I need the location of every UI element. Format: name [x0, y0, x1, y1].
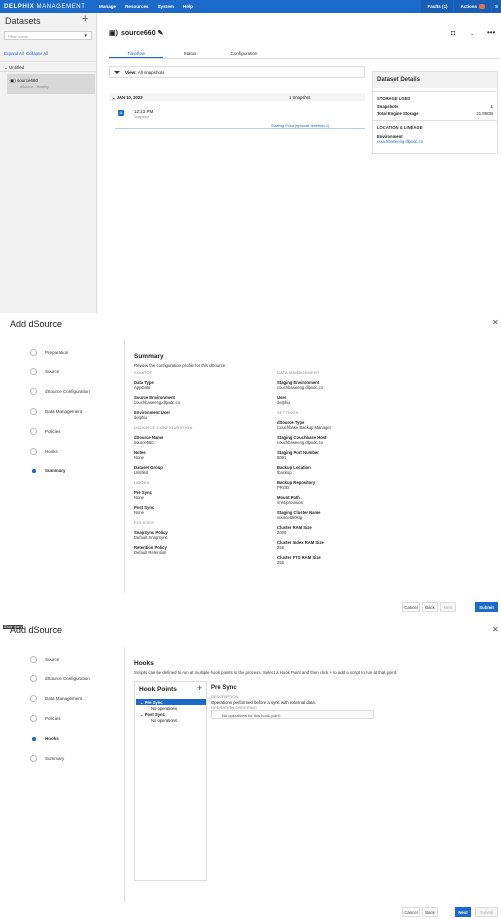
field-value: AppData	[134, 385, 151, 390]
summary-heading: Summary	[134, 353, 164, 360]
nav-resources[interactable]: Resources	[125, 4, 149, 9]
details-title: Dataset Details	[373, 72, 497, 88]
timeflow-line	[115, 128, 365, 129]
cancel-button[interactable]: Cancel	[402, 602, 420, 612]
dataset-item-source660[interactable]: ▣) source660 dSource · Healthy	[7, 74, 95, 94]
field-value: couchbaseeng.dlpxdc.co	[277, 440, 324, 445]
summary-right-column: DATA MANAGEMENT Staging Environment couchb…	[277, 365, 407, 565]
dsource-icon: ▣)	[10, 78, 16, 83]
divider	[124, 647, 125, 902]
chevron-down-icon: ⌄	[112, 94, 116, 100]
datasets-sidebar: Datasets + Filter name ▼ Expand All Coll…	[0, 13, 97, 313]
back-button[interactable]: Back	[422, 602, 438, 612]
cancel-button[interactable]: Cancel	[402, 907, 420, 917]
collapse-all-link[interactable]: Collapse All	[26, 51, 48, 56]
date-group-header[interactable]: ⌄ JAN 10, 2023 1 Snapshot	[109, 93, 365, 101]
nav-system[interactable]: System	[158, 4, 174, 9]
add-dataset-icon[interactable]: +	[82, 13, 88, 25]
dataset-panel: DELPHIX MANAGEMENT Manage Resources Syst…	[0, 0, 501, 313]
field-value: Couchbase Backup Manager	[277, 425, 332, 430]
section-header: HOOKS	[134, 480, 150, 485]
field-value: Default SnapSync	[134, 535, 168, 540]
hook-point-pre-sync[interactable]: ⌄ Pre Sync	[136, 699, 206, 705]
field-value: delphix	[277, 400, 291, 405]
field-value: couchbaseeng.dlpxdc.co	[134, 400, 181, 405]
field-value: None	[134, 455, 145, 460]
hooks-heading: Hooks	[134, 660, 154, 667]
add-hook-icon[interactable]: +	[197, 683, 202, 693]
dataset-details-panel: Dataset Details STORAGE USED Snapshots 1 …	[372, 71, 498, 154]
user-menu-button[interactable]: S	[491, 0, 501, 13]
camera-icon[interactable]: ◘	[451, 30, 455, 37]
nav-help[interactable]: Help	[183, 4, 193, 9]
field-value: 8091	[277, 455, 287, 460]
filter-input[interactable]: Filter name ▼	[4, 31, 92, 40]
nav-manage[interactable]: Manage	[99, 4, 116, 9]
funnel-icon[interactable]: ▼	[84, 33, 88, 38]
field-value: source660	[134, 440, 154, 445]
section-header: DSOURCE CONFIGURATION	[134, 425, 193, 430]
section-header: DATA MANAGEMENT	[277, 370, 320, 375]
submit-button[interactable]: Submit	[475, 907, 498, 917]
brand-logo[interactable]: DELPHIX MANAGEMENT	[4, 4, 99, 10]
more-options-icon[interactable]: •••	[487, 28, 495, 37]
field-value: 256	[277, 545, 284, 550]
page-title: ▣) source660 ✎	[109, 30, 164, 37]
summary-left-column: SOURCE Data Type AppData Source Environment…	[134, 365, 264, 555]
faults-button[interactable]: Faults (1)	[421, 0, 454, 13]
dataset-group-untitled[interactable]: ⌄ Untitled	[0, 61, 96, 72]
dialog-title: Add dSource	[10, 319, 63, 329]
starting-point-link[interactable]: Starting Point (episode-timeflow-1)	[271, 124, 329, 128]
next-button[interactable]: Next	[455, 907, 471, 917]
snapshot-card[interactable]: ◘ 12:23 PM Snapshot	[115, 107, 365, 121]
hooks-description: Scripts can be defined to run at multipl…	[134, 670, 398, 675]
next-button[interactable]: Next	[440, 602, 456, 612]
close-icon[interactable]: ✕	[492, 318, 499, 327]
dsource-icon: ▣)	[109, 30, 118, 37]
camera-icon: ◘	[118, 110, 124, 116]
field-value: couchbaseeng.dlpxdc.co	[277, 385, 324, 390]
field-value: delphix	[134, 415, 148, 420]
environment-link[interactable]: couchbaseeng.dlpxdc.co	[373, 139, 497, 144]
dataset-tabs: Timeflow Status Configuration	[109, 47, 500, 59]
snapshot-count: 1 Snapshot	[289, 94, 311, 100]
field-value: Default Retention	[134, 550, 167, 555]
field-value: None	[134, 495, 145, 500]
snapshot-view-select[interactable]: View: All snapshots	[109, 66, 365, 78]
sidebar-title: Datasets	[5, 16, 41, 26]
hook-points-list: Hook Points + ⌄ Pre Sync No operations ⌄…	[134, 681, 207, 881]
expand-collapse-links: Expand All Collapse All	[4, 51, 48, 56]
back-button[interactable]: Back	[422, 907, 438, 917]
dropdown-icon	[114, 71, 120, 75]
hook-detail-title: Pre Sync	[211, 685, 237, 691]
top-nav-bar: DELPHIX MANAGEMENT Manage Resources Syst…	[0, 0, 501, 13]
actions-badge	[478, 4, 485, 9]
field-value: None	[134, 510, 145, 515]
chevron-down-icon[interactable]: ⌄	[470, 31, 474, 37]
field-value: /mnt/provision	[277, 500, 304, 505]
field-value: source660stg	[277, 515, 303, 520]
close-icon[interactable]: ✕	[492, 625, 499, 634]
hook-points-title: Hook Points	[139, 686, 177, 693]
section-header: SETTINGS	[277, 410, 299, 415]
chevron-down-icon: ⌄	[4, 65, 8, 70]
actions-button[interactable]: Actions	[454, 0, 491, 13]
submit-button[interactable]: Submit	[475, 602, 498, 612]
field-value: Untitled	[134, 470, 149, 475]
field-value: PROD	[277, 485, 290, 490]
section-header: SOURCE	[134, 370, 153, 375]
section-header: POLICIES	[134, 520, 155, 525]
hook-point-post-sync[interactable]: ⌄ Post Sync	[140, 712, 165, 717]
no-operations-placeholder: No operations for this hook point.	[211, 710, 374, 719]
edit-pencil-icon[interactable]: ✎	[158, 30, 164, 37]
field-value: 256	[277, 560, 284, 565]
field-value: 2000	[277, 530, 287, 535]
expand-all-link[interactable]: Expand All	[4, 51, 24, 56]
tab-timeflow[interactable]: Timeflow	[109, 47, 163, 58]
divider	[124, 340, 125, 593]
dialog-title: Add dSource	[10, 625, 63, 635]
field-value: /backup	[277, 470, 292, 475]
tab-status[interactable]: Status	[163, 47, 217, 58]
tab-configuration[interactable]: Configuration	[217, 47, 271, 58]
